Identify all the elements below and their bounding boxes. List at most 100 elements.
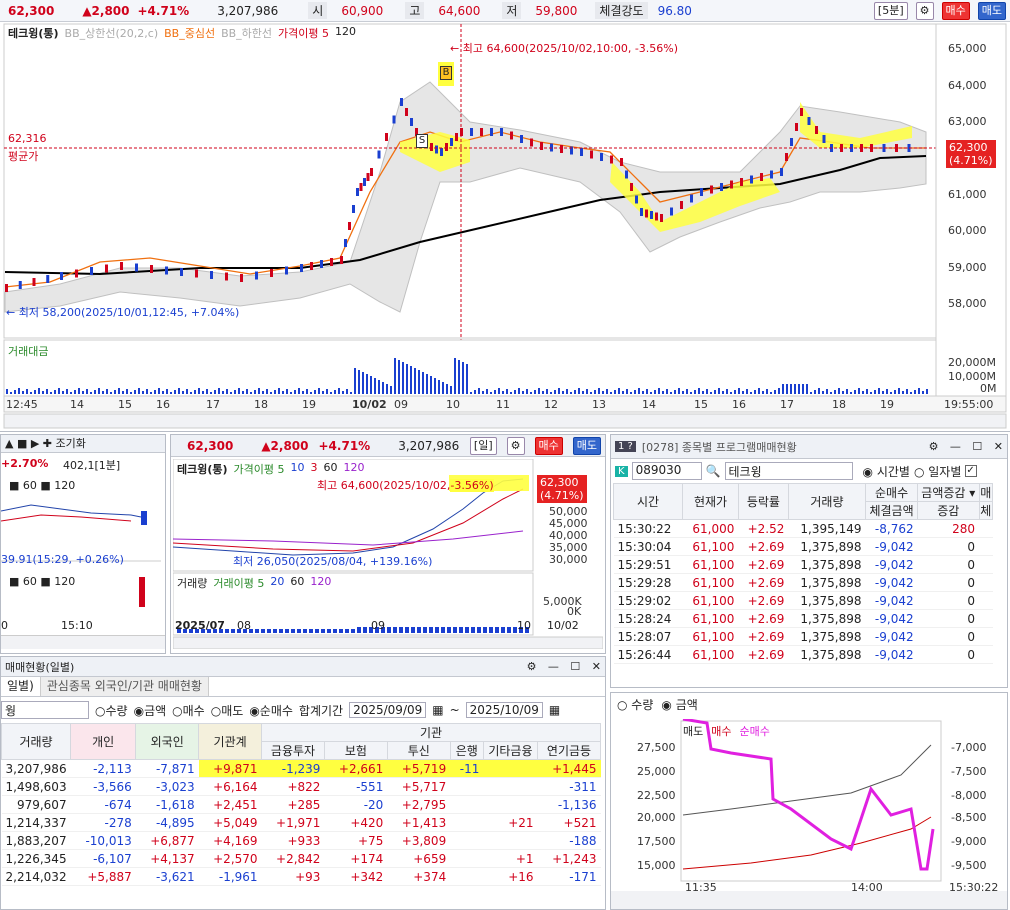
- volume-bar: [466, 364, 468, 394]
- volume-bar: [501, 627, 505, 633]
- table-cell: +342: [324, 867, 388, 886]
- radio-amt[interactable]: ◉ 금액: [661, 696, 697, 713]
- table-cell: 0: [917, 609, 980, 628]
- volume-bar: [429, 627, 433, 633]
- inv-code-input[interactable]: 웡: [1, 701, 89, 719]
- gear-icon[interactable]: ⚙: [506, 436, 525, 455]
- mid-sell-button[interactable]: 매도: [572, 436, 601, 455]
- table-cell: -9,042: [865, 627, 918, 646]
- candle: [285, 266, 288, 275]
- tab-daily[interactable]: 일별): [1, 677, 41, 696]
- date-from-input[interactable]: 2025/09/09: [349, 702, 427, 718]
- volume-bar: [886, 389, 888, 394]
- table-row[interactable]: 1,214,337 -278 -4,895 +5,049 +1,971 +420 +1,41…: [1, 813, 601, 832]
- left-scrollbar[interactable]: [1, 635, 165, 649]
- volume-bar: [594, 390, 596, 394]
- tab-interest[interactable]: 관심종목 외국인/기관 매매현황: [40, 677, 209, 696]
- candle: [377, 150, 381, 159]
- volume-bar: [682, 391, 684, 394]
- radio-buy[interactable]: ○매수: [172, 702, 205, 719]
- table-cell: +2.69: [738, 609, 789, 628]
- candle: [344, 239, 347, 247]
- volume-bar: [502, 391, 504, 394]
- volume-bar: [482, 391, 484, 394]
- radio-qty[interactable]: ○ 수량: [617, 696, 653, 713]
- volume-bar: [814, 390, 816, 394]
- volume-bar: [638, 388, 640, 394]
- table-cell: 1,375,898: [788, 555, 866, 574]
- candle: [750, 175, 753, 184]
- volume-bar: [507, 627, 511, 633]
- radio-date[interactable]: ○ 일자별: [914, 463, 961, 480]
- radio-amt[interactable]: ◉금액: [134, 702, 167, 719]
- table-cell: -4,895: [135, 813, 199, 832]
- volume-bar: [286, 389, 288, 394]
- table-row[interactable]: 15:29:02 61,100 +2.69 1,375,898 -9,042 0: [613, 591, 993, 610]
- date-to-input[interactable]: 2025/10/09: [465, 702, 543, 718]
- volume-bar: [477, 627, 481, 633]
- window-controls[interactable]: ⚙ — ☐ ✕: [929, 440, 1007, 453]
- table-cell: 1,395,149: [788, 519, 866, 538]
- table-row[interactable]: 15:28:07 61,100 +2.69 1,375,898 -9,042 0: [613, 627, 993, 646]
- buy-button[interactable]: 매수: [941, 1, 970, 20]
- candle: [120, 262, 123, 270]
- window-controls[interactable]: ⚙ — ☐ ✕: [527, 660, 605, 673]
- checkbox[interactable]: ✓: [965, 465, 978, 477]
- radio-time[interactable]: ◉ 시간별: [863, 463, 910, 480]
- table-row[interactable]: 3,207,986 -2,113 -7,871 +9,871 -1,239 +2,661 +…: [1, 759, 601, 778]
- volume-bar: [570, 392, 572, 394]
- volume-bar: [339, 629, 343, 633]
- candle: [770, 170, 773, 179]
- volume-bar: [279, 629, 283, 633]
- sell-button[interactable]: 매도: [977, 1, 1006, 20]
- volume-bar: [387, 627, 391, 633]
- volume-bar: [138, 388, 140, 394]
- volume-bar: [453, 627, 457, 633]
- left-chart-svg[interactable]: [1, 491, 161, 611]
- table-row[interactable]: 15:30:22 61,000 +2.52 1,395,149 -8,762 280: [613, 519, 993, 538]
- radio-net[interactable]: ◉순매수: [249, 702, 293, 719]
- table-row[interactable]: 15:28:24 61,100 +2.69 1,375,898 -9,042 0: [613, 609, 993, 628]
- volume-bar: [590, 392, 592, 394]
- table-row[interactable]: 1,498,603 -3,566 -3,023 +6,164 +822 -551 +5,71…: [1, 777, 601, 796]
- radio-qty[interactable]: ○수량: [95, 702, 128, 719]
- table-row[interactable]: 979,607 -674 -1,618 +2,451 +285 -20 +2,795 -1,1…: [1, 795, 601, 814]
- xtick: 15:30:22: [949, 881, 999, 894]
- calendar-icon[interactable]: ▦: [432, 703, 443, 717]
- table-row[interactable]: 2,214,032 +5,887 -3,621 -1,961 +93 +342 +374 +1…: [1, 867, 601, 886]
- table-row[interactable]: 15:30:04 61,100 +2.69 1,375,898 -9,042 0: [613, 537, 993, 556]
- volume-bar: [918, 388, 920, 394]
- volume-bar: [826, 389, 828, 394]
- gear-icon[interactable]: ⚙: [915, 1, 934, 20]
- period-button[interactable]: [5분]: [873, 1, 908, 20]
- table-cell: +4,169: [198, 831, 262, 850]
- table-row[interactable]: 15:26:44 61,100 +2.69 1,375,898 -9,042 0: [613, 645, 993, 664]
- table-row[interactable]: 1,226,345 -6,107 +4,137 +2,570 +2,842 +174 +65…: [1, 849, 601, 868]
- change-pct: +4.71%: [137, 3, 190, 18]
- search-icon[interactable]: 🔍: [706, 464, 721, 478]
- code-input[interactable]: 089030: [631, 462, 702, 480]
- mid-buy-button[interactable]: 매수: [534, 436, 563, 455]
- calendar-icon[interactable]: ▦: [549, 703, 560, 717]
- table-cell: -9,042: [865, 645, 918, 664]
- mid-period-button[interactable]: [일]: [469, 436, 497, 455]
- main-chart-svg[interactable]: [0, 22, 1010, 432]
- candle: [5, 284, 8, 292]
- combo-select[interactable]: 금액증감 ▾: [917, 483, 980, 502]
- table-row[interactable]: 1,883,207 -10,013 +6,877 +4,169 +933 +75 +3,80…: [1, 831, 601, 850]
- table-row[interactable]: 15:29:28 61,100 +2.69 1,375,898 -9,042 0: [613, 573, 993, 592]
- table-cell: -7,871: [135, 759, 199, 778]
- name-field[interactable]: 테크윙: [724, 462, 853, 480]
- volume-bar: [26, 389, 28, 394]
- table-row[interactable]: 15:29:51 61,100 +2.69 1,375,898 -9,042 0: [613, 555, 993, 574]
- table-cell: +1,413: [387, 813, 451, 832]
- radio-sell[interactable]: ○매도: [211, 702, 244, 719]
- volume-bar: [630, 392, 632, 394]
- table-cell: +1,971: [261, 813, 325, 832]
- radio-amt-label: 금액: [675, 697, 698, 712]
- volume-bar: [393, 627, 397, 633]
- sell-marker: S: [416, 134, 428, 148]
- volume-bar: [562, 391, 564, 394]
- volume-bar: [214, 390, 216, 394]
- high: 64,600: [438, 3, 481, 18]
